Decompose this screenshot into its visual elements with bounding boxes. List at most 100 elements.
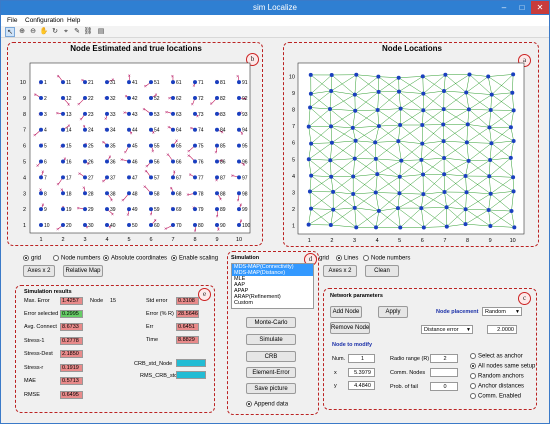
node-number-label: 1 (44, 80, 47, 86)
y-tick-label: 7 (292, 124, 295, 130)
menu-file[interactable]: File (7, 17, 17, 24)
distance-error-select[interactable]: Distance error ▼ (421, 325, 473, 334)
remove-node-button[interactable]: Remove Node (330, 322, 370, 334)
true-node-marker (171, 80, 175, 85)
true-node-marker (105, 143, 109, 148)
x-field[interactable]: 5.3979 (348, 368, 375, 377)
maximize-icon[interactable]: □ (513, 1, 531, 14)
node-marker (419, 206, 424, 211)
x-tick-label: 4 (105, 237, 108, 243)
true-node-marker (61, 223, 65, 228)
toolbar: ↖ ⊕ ⊖ ✋ ↻ ⌖ ✎ ⛓ ▤ (1, 26, 549, 38)
node-number-label: 67 (176, 175, 182, 181)
true-node-marker (171, 111, 175, 116)
node-number-label: 20 (66, 223, 72, 229)
simulate-button[interactable]: Simulate (246, 334, 296, 345)
node-number-label: 62 (176, 96, 182, 102)
node-marker (331, 189, 336, 194)
node-marker (373, 140, 378, 145)
true-node-marker (149, 191, 153, 196)
node-marker (486, 74, 491, 79)
x-tick-label: 8 (466, 238, 469, 244)
distance-error-field[interactable]: 2.0000 (487, 325, 517, 334)
select-as-anchor-radio[interactable]: Select as anchor (470, 353, 523, 360)
lines-radio[interactable]: Lines (336, 255, 358, 262)
true-node-marker (127, 143, 131, 148)
chevron-down-icon: ▼ (466, 327, 471, 333)
node-marker (376, 74, 381, 79)
node-marker (463, 174, 468, 179)
node-number-label: 84 (220, 128, 226, 134)
crb-std-node-value (176, 359, 206, 367)
node-numbers-radio-right[interactable]: Node numbers (363, 255, 410, 262)
comm-nodes-field[interactable] (430, 368, 458, 377)
close-icon[interactable]: ✕ (531, 1, 549, 14)
node-marker (420, 74, 425, 79)
true-node-marker (127, 111, 131, 116)
y-tick-label: 2 (23, 207, 26, 213)
simulation-algorithm-list[interactable]: MDS-MAP(Connectivity) MDS-MAP(Distance) … (231, 263, 314, 309)
panel-c-badge: c (518, 292, 531, 305)
estimate-marker: × (186, 193, 189, 199)
true-node-marker (39, 80, 43, 85)
anchor-distances-radio[interactable]: Anchor distances (470, 383, 524, 390)
estimate-marker: × (231, 174, 234, 180)
legend-icon[interactable]: ▤ (96, 27, 106, 37)
prob-fail-field[interactable]: 0 (430, 382, 458, 391)
random-anchors-radio[interactable]: Random anchors (470, 373, 524, 380)
menu-configuration[interactable]: Configuration (25, 17, 64, 24)
radio-range-field[interactable]: 2 (430, 354, 458, 363)
comm-enabled-radio[interactable]: Comm. Enabled (470, 393, 521, 400)
node-number-label: 45 (132, 144, 138, 150)
y-field[interactable]: 4.4840 (348, 381, 375, 390)
radio-icon (53, 255, 59, 261)
pan-icon[interactable]: ✋ (39, 27, 49, 37)
axes-x2-button-right[interactable]: Axes x 2 (323, 265, 357, 277)
true-node-marker (39, 191, 43, 196)
node-number-label: 18 (66, 191, 72, 197)
monte-carlo-button[interactable]: Monte-Carlo (246, 317, 296, 328)
all-nodes-same-setup-radio[interactable]: All nodes same setup (470, 363, 535, 370)
menu-help[interactable]: Help (67, 17, 80, 24)
absolute-coordinates-radio[interactable]: Absolute coordinates (103, 255, 167, 262)
x-tick-label: 2 (61, 237, 64, 243)
result-value: 8.6733 (60, 323, 83, 331)
node-marker (464, 190, 469, 195)
pointer-icon[interactable]: ↖ (5, 27, 15, 37)
node-marker (441, 89, 446, 94)
node-marker (353, 108, 358, 113)
element-error-button[interactable]: Element-Error (246, 367, 296, 378)
axes-x2-button-left[interactable]: Axes x 2 (23, 265, 55, 277)
node-number-label: 25 (88, 144, 94, 150)
node-number-label: 32 (110, 96, 116, 102)
apply-button[interactable]: Apply (378, 306, 408, 318)
true-node-marker (237, 95, 241, 100)
datacursor-icon[interactable]: ⌖ (61, 27, 71, 37)
brush-icon[interactable]: ✎ (72, 27, 82, 37)
algorithm-option[interactable]: Custom (232, 300, 313, 306)
zoom-out-icon[interactable]: ⊖ (28, 27, 38, 37)
save-picture-button[interactable]: Save picture (246, 383, 296, 394)
add-node-button[interactable]: Add Node (330, 306, 362, 318)
y-label: y (334, 383, 337, 389)
node-number-label: 99 (242, 207, 248, 213)
rotate-icon[interactable]: ↻ (50, 27, 60, 37)
num-field[interactable]: 1 (348, 354, 375, 363)
node-placement-select[interactable]: Random ▼ (482, 307, 522, 316)
append-data-radio[interactable]: Append data (246, 401, 288, 408)
grid-radio-left[interactable]: grid (23, 255, 41, 262)
x-tick-label: 3 (83, 237, 86, 243)
enable-scaling-radio[interactable]: Enable scaling (171, 255, 218, 262)
relative-map-button[interactable]: Relative Map (63, 265, 103, 277)
link-icon[interactable]: ⛓ (83, 27, 93, 37)
true-node-marker (237, 159, 241, 164)
result-value: 0.1919 (60, 364, 83, 372)
node-marker (487, 174, 492, 179)
true-node-marker (149, 143, 153, 148)
crb-button[interactable]: CRB (246, 351, 296, 362)
node-label: Node (90, 298, 104, 304)
node-numbers-radio-left[interactable]: Node numbers (53, 255, 100, 262)
zoom-in-icon[interactable]: ⊕ (17, 27, 27, 37)
minimize-icon[interactable]: – (495, 1, 513, 14)
clean-button[interactable]: Clean (365, 265, 399, 277)
